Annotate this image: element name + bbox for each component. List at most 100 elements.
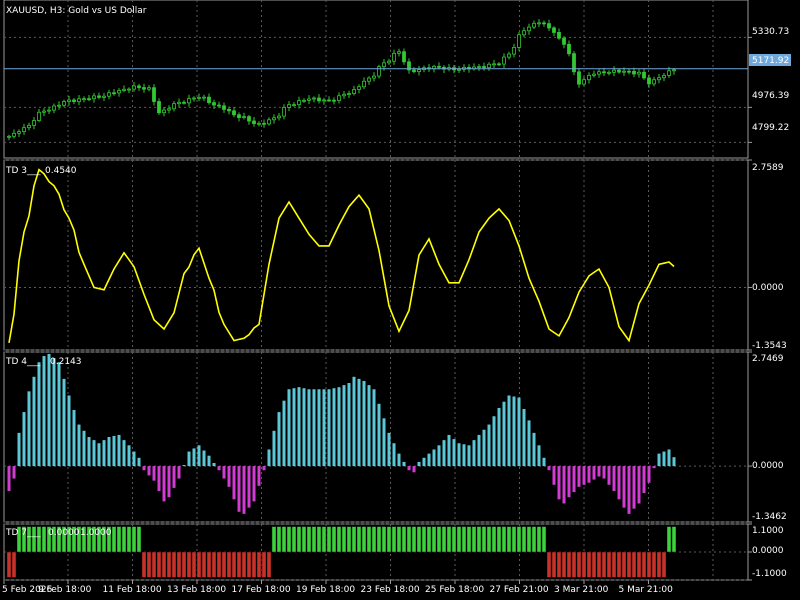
candle-body <box>502 56 506 65</box>
td4-bar <box>657 453 661 467</box>
candle-body <box>97 95 101 98</box>
td4-bar <box>622 466 626 508</box>
td4-bar <box>182 465 186 467</box>
candle-body <box>672 69 676 72</box>
candle-body <box>107 92 111 97</box>
candle-body <box>662 74 666 79</box>
candle-body <box>257 122 261 125</box>
candle-body <box>142 87 146 90</box>
candle-body <box>642 71 646 79</box>
candle-body <box>402 51 406 63</box>
td4-bar <box>112 435 116 467</box>
td7-bar <box>246 551 252 578</box>
td4-bar <box>412 466 416 473</box>
candle-body <box>622 70 626 73</box>
td4-bar <box>582 466 586 485</box>
td4-bar <box>192 448 196 467</box>
td4-bar <box>357 378 361 467</box>
candle-body <box>312 97 316 100</box>
td4-bar <box>262 466 266 471</box>
td7-bar <box>581 551 587 578</box>
td4-bar <box>42 356 46 467</box>
td4-bar <box>382 418 386 467</box>
td4-bar <box>302 388 306 467</box>
td7-bar <box>6 551 12 578</box>
candle-body <box>42 110 46 113</box>
candle-body <box>337 95 341 102</box>
candle-body <box>167 108 171 111</box>
background <box>0 0 800 600</box>
td4-bar <box>257 466 261 486</box>
td7-bar <box>221 551 227 578</box>
td7-bar <box>171 551 177 578</box>
td7-bar <box>371 526 377 553</box>
td4-bar <box>362 380 366 467</box>
td7-bar <box>281 526 287 553</box>
candle-body <box>237 114 241 118</box>
td4-bar <box>242 466 246 514</box>
candle-body <box>567 43 571 55</box>
candle-body <box>122 88 126 91</box>
td4-bar <box>47 353 51 467</box>
td4-bar <box>497 407 501 467</box>
time-tick-label: 5 Mar 21:00 <box>619 585 674 595</box>
td7-bar <box>541 526 547 553</box>
td7-bar <box>341 526 347 553</box>
candle-body <box>637 71 641 75</box>
td7-bar <box>496 526 502 553</box>
td7-value-2: 1.0000 <box>80 528 112 538</box>
candle-body <box>437 65 441 68</box>
td7-bar <box>506 526 512 553</box>
td7-bar <box>331 526 337 553</box>
td4-bar <box>252 466 256 502</box>
td7-bar <box>176 551 182 578</box>
td7-bar <box>471 526 477 553</box>
td4-bar <box>662 451 666 467</box>
td4-bar <box>327 389 331 467</box>
td4-bar <box>222 466 226 479</box>
td4-bar <box>317 389 321 467</box>
td4-bar <box>397 453 401 467</box>
candle-body <box>242 116 246 119</box>
td4-bar <box>502 401 506 467</box>
td7-bar <box>356 526 362 553</box>
candle-body <box>497 63 501 66</box>
td7-bar <box>441 526 447 553</box>
td4-bar <box>542 457 546 467</box>
candle-body <box>117 90 121 94</box>
td4-bar <box>52 358 56 467</box>
td4-bar <box>347 383 351 467</box>
td4-bar <box>597 466 601 477</box>
candle-body <box>342 93 346 97</box>
time-tick-label: 19 Feb 18:00 <box>296 585 355 595</box>
candle-body <box>647 77 651 85</box>
candle-body <box>532 22 536 28</box>
td7-bar <box>401 526 407 553</box>
td7-bar <box>131 526 137 553</box>
td7-bar <box>476 526 482 553</box>
td7-bar <box>586 551 592 578</box>
td4-bar <box>82 430 86 467</box>
td4-bar <box>482 429 486 467</box>
td7-tick-label: 0.0000 <box>752 546 784 556</box>
td4-bar <box>447 434 451 467</box>
time-tick-label: 17 Feb 18:00 <box>232 585 291 595</box>
td4-bar <box>142 466 146 471</box>
td7-bar <box>161 551 167 578</box>
candle-body <box>197 97 201 99</box>
td7-bar <box>166 551 172 578</box>
td4-bar <box>672 457 676 467</box>
candle-body <box>377 66 381 77</box>
td4-value: 0.2143 <box>50 357 82 367</box>
td4-bar <box>552 466 556 485</box>
candle-body <box>202 96 206 99</box>
td4-bar <box>227 466 231 487</box>
candle-body <box>657 77 661 81</box>
td4-bar <box>287 389 291 467</box>
td4-bar <box>642 466 646 494</box>
td7-bar <box>551 551 557 578</box>
td7-bar <box>636 551 642 578</box>
candle-body <box>397 51 401 54</box>
td4-bar <box>427 453 431 467</box>
td4-bar <box>237 466 241 512</box>
